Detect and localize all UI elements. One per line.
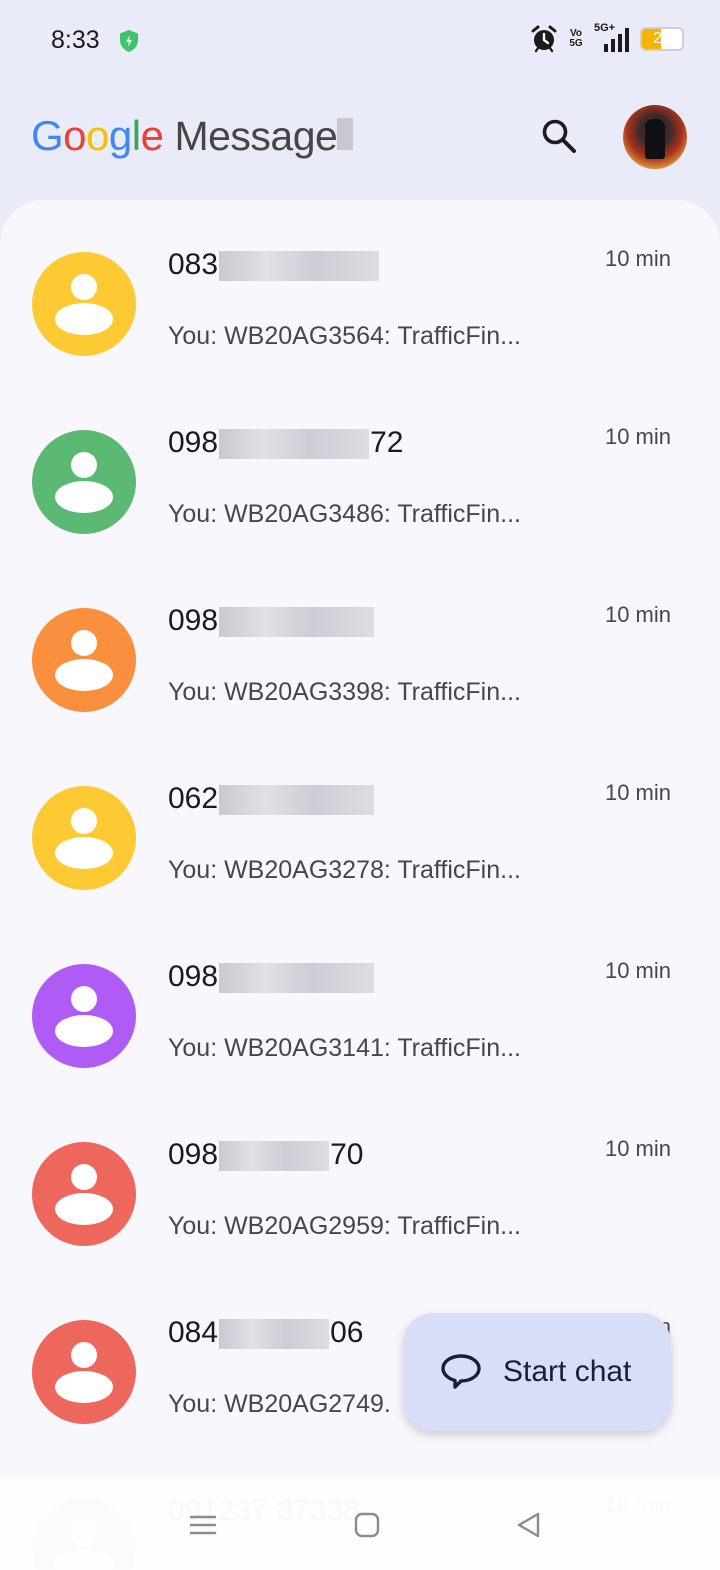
start-chat-button[interactable]: Start chat [403, 1313, 671, 1431]
contact-avatar [32, 1142, 136, 1246]
contact-name-end: 06 [330, 1316, 364, 1349]
logo-letter: G [31, 112, 64, 159]
number-redaction [219, 607, 375, 638]
logo-letter: e [140, 112, 164, 159]
contact-name-start: 098 [168, 604, 219, 637]
person-icon-body [55, 659, 113, 691]
contact-name-start: 098 [168, 960, 219, 993]
signal-indicator: 5G+ [594, 22, 630, 54]
app-title: Message [174, 113, 338, 159]
app-header: G o o g l e Message [0, 82, 720, 200]
status-bar: 8:33 Vo 5G 5G+ 22 [0, 0, 720, 82]
conversation-row[interactable]: 062 You: WB20AG3278: TrafficFin... 10 min [0, 732, 720, 910]
battery-level: 22 [653, 30, 671, 47]
contact-name: 084 06 [168, 1316, 363, 1350]
message-snippet: You: WB20AG2959: TrafficFin... [168, 1212, 521, 1240]
logo-letter: o [63, 112, 87, 159]
conversation-row[interactable]: 098 70 You: WB20AG2959: TrafficFin... 10 mi… [0, 1088, 720, 1266]
home-icon[interactable] [352, 1510, 382, 1540]
message-snippet: You: WB20AG3141: TrafficFin... [168, 1034, 521, 1062]
person-icon-body [55, 1371, 113, 1403]
contact-name-end: 70 [330, 1138, 364, 1171]
person-icon-body [55, 481, 113, 513]
message-snippet: You: WB20AG3486: TrafficFin... [168, 500, 521, 528]
conversation-row[interactable]: 098 You: WB20AG3141: TrafficFin... 10 min [0, 910, 720, 1088]
contact-name: 083 [168, 248, 380, 282]
volte-indicator: Vo 5G [569, 28, 583, 49]
contact-name-end: 72 [370, 426, 404, 459]
back-icon[interactable] [514, 1510, 544, 1540]
avatar-figure [645, 119, 665, 159]
conversation-row[interactable]: 083 You: WB20AG3564: TrafficFin... 10 min [0, 200, 720, 376]
shield-icon [120, 30, 138, 52]
message-time: 10 min [604, 424, 671, 449]
contact-name: 098 [168, 960, 375, 994]
person-icon-body [55, 1015, 113, 1047]
chat-bubble-icon [441, 1354, 481, 1389]
message-snippet: You: WB20AG3278: TrafficFin... [168, 856, 521, 884]
contact-avatar [32, 786, 136, 890]
number-redaction [219, 1319, 330, 1350]
message-time: 10 min [604, 602, 671, 627]
contact-avatar [32, 252, 136, 356]
message-time: 10 min [604, 246, 671, 271]
contact-name-start: 062 [168, 782, 219, 815]
start-chat-label: Start chat [503, 1355, 632, 1388]
contact-avatar [32, 964, 136, 1068]
message-snippet: You: WB20AG2749. [168, 1390, 391, 1418]
number-redaction [219, 963, 375, 994]
person-icon [71, 452, 97, 478]
message-time: 10 min [604, 958, 671, 983]
person-icon [71, 1164, 97, 1190]
message-snippet: You: WB20AG3398: TrafficFin... [168, 678, 521, 706]
contact-name: 098 72 [168, 426, 403, 460]
conversation-row[interactable]: 098 You: WB20AG3398: TrafficFin... 10 min [0, 554, 720, 732]
person-icon [71, 630, 97, 656]
number-redaction [219, 251, 380, 282]
contact-name-start: 084 [168, 1316, 219, 1349]
signal-bars-icon [604, 28, 629, 52]
contact-avatar [32, 1320, 136, 1424]
search-icon [542, 119, 576, 153]
person-icon [71, 808, 97, 834]
person-icon [71, 986, 97, 1012]
app-logo: G o o g l e Message [31, 112, 354, 160]
message-time: 10 min [604, 1136, 671, 1161]
contact-avatar [32, 608, 136, 712]
title-redaction [337, 118, 354, 150]
contact-avatar [32, 430, 136, 534]
account-avatar[interactable] [623, 105, 687, 169]
logo-letter: l [131, 112, 141, 159]
person-icon [71, 274, 97, 300]
battery-indicator: 22 [640, 27, 684, 51]
menu-icon[interactable] [188, 1510, 218, 1540]
message-snippet: You: WB20AG3564: TrafficFin... [168, 322, 521, 350]
navigation-bar [0, 1478, 720, 1570]
person-icon-body [55, 837, 113, 869]
status-time: 8:33 [51, 26, 100, 54]
person-icon [71, 1342, 97, 1368]
alarm-icon [531, 25, 557, 53]
search-button[interactable] [533, 110, 585, 162]
contact-name: 062 [168, 782, 375, 816]
contact-name-start: 083 [168, 248, 219, 281]
contact-name-start: 098 [168, 1138, 219, 1171]
number-redaction [219, 429, 370, 460]
logo-letter: o [86, 112, 109, 159]
contact-name: 098 [168, 604, 375, 638]
contact-name-start: 098 [168, 426, 219, 459]
contact-name: 098 70 [168, 1138, 363, 1172]
person-icon-body [55, 1193, 113, 1225]
message-time: 10 min [604, 780, 671, 805]
number-redaction [219, 785, 375, 816]
number-redaction [219, 1141, 330, 1172]
conversation-row[interactable]: 098 72 You: WB20AG3486: TrafficFin... 10 mi… [0, 376, 720, 554]
logo-letter: g [108, 112, 132, 159]
person-icon-body [55, 303, 113, 335]
